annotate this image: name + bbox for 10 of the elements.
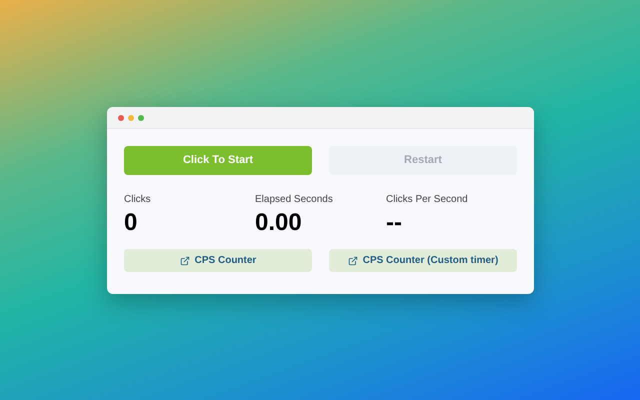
stat-value: 0.00 — [255, 209, 303, 237]
external-link-button[interactable]: CPS Counter (Custom timer) — [329, 249, 517, 272]
stat-value: -- — [386, 209, 403, 237]
stat-label: Clicks — [124, 194, 152, 206]
external-link-button[interactable]: CPS Counter — [124, 249, 312, 272]
external-link-icon — [180, 256, 190, 266]
stat-label: Elapsed Seconds — [255, 194, 334, 206]
stat-label: Clicks Per Second — [386, 194, 469, 206]
stat-value: 0 — [124, 209, 138, 237]
external-link-icon — [348, 256, 358, 266]
